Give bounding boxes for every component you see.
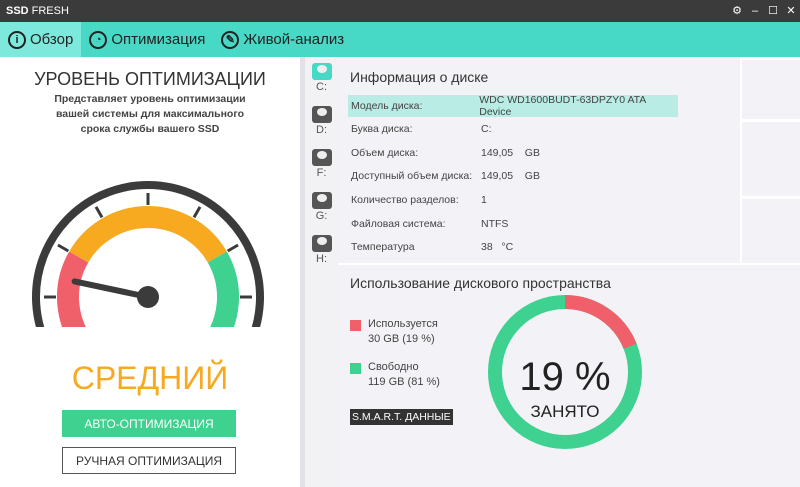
info-row-available: Доступный объем диска: 149,05 GB <box>348 165 678 187</box>
info-row-temperature: Температура 38 °C <box>348 236 678 258</box>
legend-value: 30 GB (19 %) <box>368 333 435 345</box>
gauge-orange-zone <box>69 206 227 263</box>
drive-list: C: D: F: G: H: <box>305 57 338 487</box>
tab-label: Живой-анализ <box>243 31 345 48</box>
drive-f[interactable]: F: <box>305 143 338 186</box>
info-value: 38 °C <box>481 241 514 253</box>
app-title: FRESH <box>31 5 69 17</box>
info-key: Модель диска: <box>351 100 423 112</box>
info-value: NTFS <box>481 218 509 230</box>
gauge-red-zone <box>57 251 89 327</box>
hard-drive-icon <box>311 192 332 209</box>
info-value: WDC WD1600BUDT-63DPZY0 ATA Device <box>479 94 646 118</box>
tab-bar: i Обзор ◔ Оптимизация ✎ Живой-анализ <box>0 22 800 57</box>
gauge-hub <box>137 286 159 308</box>
gauge-tick <box>226 243 239 253</box>
hard-drive-icon <box>311 235 332 252</box>
disk-info-title: Информация о диске <box>350 69 489 85</box>
tab-label: Оптимизация <box>111 31 206 48</box>
info-value: 149,05 GB <box>481 170 540 182</box>
info-icon: i <box>8 30 26 49</box>
manual-optimize-button[interactable]: РУЧНАЯ ОПТИМИЗАЦИЯ <box>62 447 236 474</box>
info-row-size: Объем диска: 149,05 GB <box>348 142 678 164</box>
desc-line: вашей системы для максимального <box>55 108 244 120</box>
hard-drive-icon <box>311 63 332 80</box>
drive-label: H: <box>316 253 327 265</box>
gauge-green-zone <box>207 251 239 327</box>
settings-icon[interactable]: ⚙ <box>728 0 746 22</box>
info-row-partitions: Количество разделов: 1 <box>348 189 678 211</box>
drive-h[interactable]: H: <box>305 229 338 272</box>
info-value: 1 <box>481 194 487 206</box>
maximize-button[interactable]: ☐ <box>764 0 782 22</box>
info-key: Температура <box>351 241 415 253</box>
legend-label: Свободно <box>368 361 419 373</box>
legend-free: Свободно 119 GB (81 %) <box>350 360 440 390</box>
divider <box>742 119 800 122</box>
hard-drive-icon <box>311 106 332 123</box>
info-key: Количество разделов: <box>351 194 459 206</box>
desc-line: Представляет уровень оптимизации <box>54 93 246 105</box>
tab-overview[interactable]: i Обзор <box>0 22 82 57</box>
info-row-letter: Буква диска: C: <box>348 118 678 140</box>
minimize-button[interactable]: – <box>746 0 764 22</box>
legend-label: Используется <box>368 318 438 330</box>
pencil-icon: ✎ <box>221 30 240 49</box>
auto-optimize-button[interactable]: АВТО-ОПТИМИЗАЦИЯ <box>62 410 236 437</box>
drive-c[interactable]: C: <box>305 57 338 100</box>
gauge-tick <box>94 206 104 219</box>
info-key: Доступный объем диска: <box>351 170 473 182</box>
smart-data-button[interactable]: S.M.A.R.T. ДАННЫЕ <box>350 409 453 425</box>
gauge-tick <box>57 243 70 253</box>
disk-usage-panel: Использование дискового пространства Исп… <box>338 265 800 487</box>
info-row-filesystem: Файловая система: NTFS <box>348 213 678 235</box>
info-row-model: Модель диска: WDC WD1600BUDT-63DPZY0 ATA … <box>348 94 678 118</box>
optimization-gauge <box>32 181 264 327</box>
hard-drive-icon <box>311 149 332 166</box>
info-key: Буква диска: <box>351 123 413 135</box>
info-value: C: <box>481 123 492 135</box>
divider <box>742 196 800 199</box>
app-title-bold: SSD <box>6 5 29 17</box>
legend-value: 119 GB (81 %) <box>368 376 440 388</box>
optimization-title: УРОВЕНЬ ОПТИМИЗАЦИИ <box>34 69 266 89</box>
free-swatch <box>350 363 361 374</box>
drive-label: C: <box>316 81 327 93</box>
optimization-level: СРЕДНИЙ <box>71 360 229 396</box>
side-panel <box>742 57 800 263</box>
disk-info-panel: Информация о диске Модель диска: WDC WD16… <box>338 57 740 263</box>
info-value: 149,05 GB <box>481 147 540 159</box>
tab-optimization[interactable]: ◔ Оптимизация <box>81 22 213 57</box>
legend-used: Используется 30 GB (19 %) <box>350 317 438 347</box>
gauge-tick <box>192 206 202 219</box>
speedometer-icon: ◔ <box>89 30 108 49</box>
drive-g[interactable]: G: <box>305 186 338 229</box>
drive-label: D: <box>316 124 327 136</box>
tab-live-analysis[interactable]: ✎ Живой-анализ <box>213 22 352 57</box>
used-swatch <box>350 320 361 331</box>
info-key: Объем диска: <box>351 147 419 159</box>
used-percent: 19 % <box>519 355 611 399</box>
desc-line: срока службы вашего SSD <box>80 123 220 135</box>
info-key: Файловая система: <box>351 218 446 230</box>
close-button[interactable]: ✕ <box>782 0 800 22</box>
drive-label: G: <box>315 210 328 222</box>
optimization-panel: УРОВЕНЬ ОПТИМИЗАЦИИ Представляет уровень… <box>0 57 300 487</box>
disk-usage-title: Использование дискового пространства <box>350 275 611 291</box>
divider <box>742 57 800 60</box>
title-bar: SSD FRESH ⚙ – ☐ ✕ <box>0 0 800 22</box>
optimization-description: Представляет уровень оптимизации вашей с… <box>0 92 300 137</box>
tab-label: Обзор <box>30 31 74 48</box>
used-caption: ЗАНЯТО <box>530 402 600 421</box>
gauge-needle <box>71 278 151 300</box>
drive-label: F: <box>316 167 327 179</box>
drive-d[interactable]: D: <box>305 100 338 143</box>
